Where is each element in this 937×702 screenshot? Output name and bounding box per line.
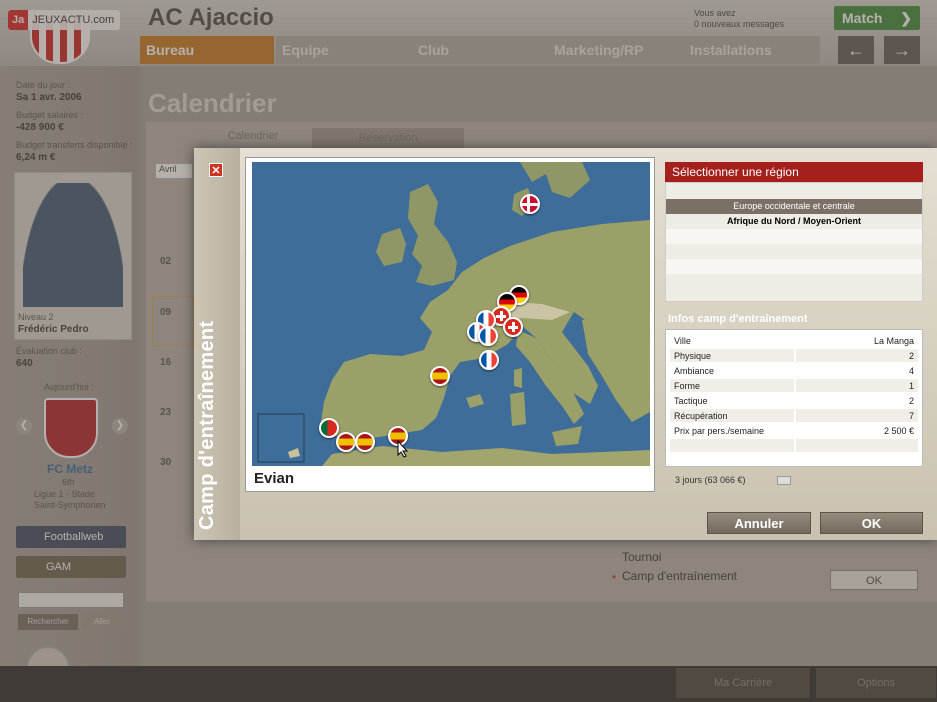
camp-marker-spain[interactable] <box>430 366 450 386</box>
info-value: 2 <box>908 351 914 361</box>
info-row-price: Prix par pers./semaine 2 500 € <box>670 424 918 438</box>
duration-text: 3 jours (63 066 €) <box>675 475 746 485</box>
ok-button[interactable]: OK <box>820 512 923 534</box>
info-label: Forme <box>674 381 701 391</box>
region-item[interactable]: Afrique du Nord / Moyen-Orient <box>666 214 922 229</box>
dialog-title: Camp d'entraînement <box>196 320 218 530</box>
info-label: Ville <box>674 336 691 346</box>
info-value: 4 <box>908 366 914 376</box>
info-label: Prix par pers./semaine <box>674 426 765 436</box>
region-empty-row <box>666 244 922 259</box>
land-corsica <box>514 368 522 388</box>
camp-marker-france[interactable] <box>478 326 498 346</box>
info-label: Physique <box>674 351 712 361</box>
europe-map[interactable] <box>252 162 650 466</box>
region-empty-row <box>666 274 922 289</box>
info-label: Ambiance <box>674 366 715 376</box>
mouse-cursor-icon <box>397 440 409 458</box>
region-list-spacer <box>666 183 922 199</box>
info-value: 1 <box>908 381 914 391</box>
info-table: Ville La Manga Physique 2 Ambiance 4 Forme 1… <box>665 329 923 467</box>
info-row-city: Ville La Manga <box>670 334 918 348</box>
info-row-physique: Physique 2 <box>670 349 918 363</box>
info-row-forme: Forme 1 <box>670 379 918 393</box>
region-item[interactable]: Europe occidentale et centrale <box>666 199 922 214</box>
map-location-label: Evian <box>254 470 295 487</box>
close-icon[interactable]: ✕ <box>209 163 223 177</box>
info-value: La Manga <box>873 336 914 346</box>
info-value: 2 <box>908 396 914 406</box>
info-label: Récupération <box>674 411 728 421</box>
info-value: 2 500 € <box>883 426 914 436</box>
info-empty-row <box>670 439 918 453</box>
info-title: Infos camp d'entraînement <box>668 313 808 325</box>
camp-marker-switzerland[interactable] <box>503 317 523 337</box>
region-empty-row <box>666 259 922 274</box>
camp-marker-france[interactable] <box>479 350 499 370</box>
camp-marker-spain[interactable] <box>355 432 375 452</box>
info-row-ambiance: Ambiance 4 <box>670 364 918 378</box>
camp-marker-portugal[interactable] <box>319 418 339 438</box>
region-empty-row <box>666 229 922 244</box>
region-header: Sélectionner une région <box>665 162 923 182</box>
land-sardinia <box>510 392 526 426</box>
camp-marker-spain[interactable] <box>336 432 356 452</box>
duration-toggle-icon[interactable] <box>777 476 791 485</box>
info-value: 7 <box>908 411 914 421</box>
region-list[interactable]: Europe occidentale et centrale Afrique d… <box>665 182 923 302</box>
camp-marker-denmark[interactable] <box>520 194 540 214</box>
info-row-tactique: Tactique 2 <box>670 394 918 408</box>
info-label: Tactique <box>674 396 708 406</box>
cancel-button[interactable]: Annuler <box>707 512 811 534</box>
info-row-recuperation: Récupération 7 <box>670 409 918 423</box>
